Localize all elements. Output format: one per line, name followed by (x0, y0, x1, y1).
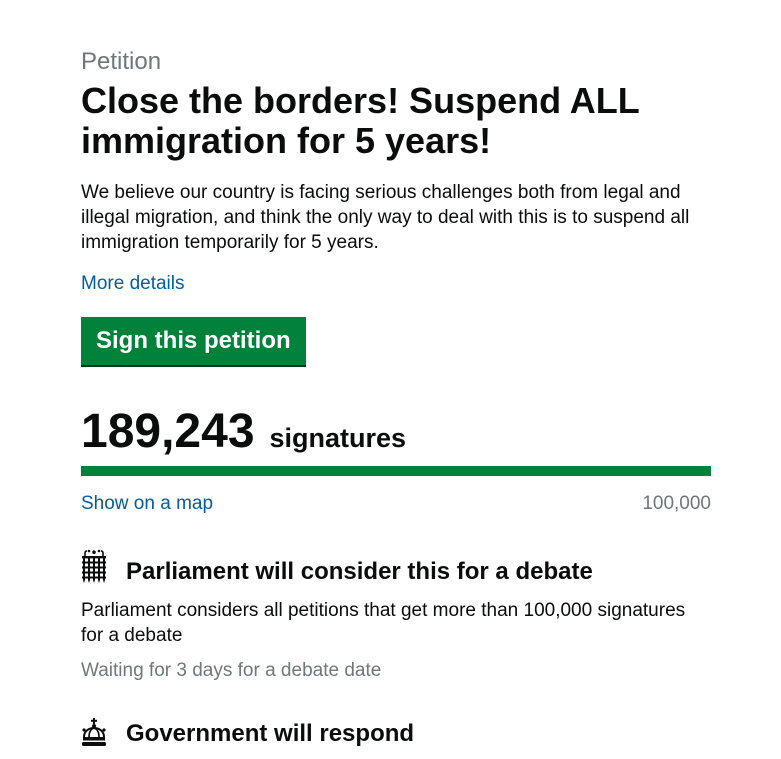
more-details-row: More details (81, 271, 711, 296)
portcullis-icon (82, 549, 106, 583)
signature-count-number: 189,243 (81, 405, 255, 458)
progress-fill (81, 466, 711, 476)
debate-heading: Parliament will consider this for a deba… (126, 558, 593, 585)
sign-petition-button[interactable]: Sign this petition (81, 317, 306, 365)
debate-status: Waiting for 3 days for a debate date (81, 660, 382, 681)
page-kicker: Petition (81, 48, 162, 75)
petition-summary: We believe our country is facing serious… (81, 182, 690, 253)
signature-count: 189,243 signatures (81, 404, 711, 466)
debate-description: Parliament considers all petitions that … (81, 600, 686, 646)
petition-title: Close the borders! Suspend ALL immigrati… (81, 80, 640, 161)
government-response-heading: Government will respond (126, 720, 415, 747)
signature-count-label: signatures (269, 423, 407, 453)
show-on-map-link[interactable]: Show on a map (81, 491, 213, 516)
signature-progress-bar (81, 466, 711, 476)
more-details-link[interactable]: More details (81, 273, 185, 294)
signature-threshold: 100,000 (642, 493, 711, 514)
crown-icon (82, 718, 106, 746)
progress-footer: Show on a map 100,000 (81, 491, 711, 516)
